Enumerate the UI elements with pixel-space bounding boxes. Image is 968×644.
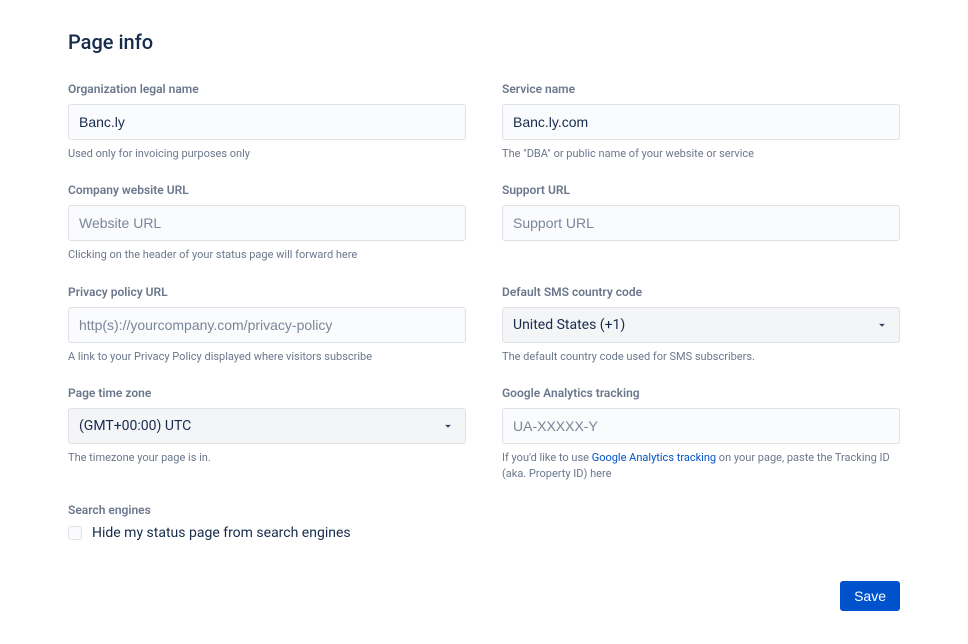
page-title: Page info — [68, 30, 900, 54]
input-organization-legal-name[interactable] — [68, 104, 466, 140]
field-sms-country-code: Default SMS country code United States (… — [502, 285, 900, 364]
section-search-engines: Search engines Hide my status page from … — [68, 503, 900, 541]
help-organization-legal-name: Used only for invoicing purposes only — [68, 146, 466, 161]
checkbox-hide-from-search[interactable] — [68, 526, 82, 540]
input-google-analytics[interactable] — [502, 408, 900, 444]
chevron-down-icon — [441, 419, 455, 433]
help-privacy-policy-url: A link to your Privacy Policy displayed … — [68, 349, 466, 364]
select-sms-country-code[interactable]: United States (+1) — [502, 307, 900, 343]
help-google-analytics: If you'd like to use Google Analytics tr… — [502, 450, 900, 481]
help-service-name: The "DBA" or public name of your website… — [502, 146, 900, 161]
field-support-url: Support URL — [502, 183, 900, 262]
label-organization-legal-name: Organization legal name — [68, 82, 466, 96]
field-google-analytics: Google Analytics tracking If you'd like … — [502, 386, 900, 481]
link-google-analytics-tracking[interactable]: Google Analytics tracking — [592, 451, 716, 464]
input-service-name[interactable] — [502, 104, 900, 140]
form-grid: Organization legal name Used only for in… — [68, 82, 900, 481]
select-value-sms-country-code: United States (+1) — [513, 317, 625, 333]
label-google-analytics: Google Analytics tracking — [502, 386, 900, 400]
label-sms-country-code: Default SMS country code — [502, 285, 900, 299]
field-page-time-zone: Page time zone (GMT+00:00) UTC The timez… — [68, 386, 466, 481]
label-company-website-url: Company website URL — [68, 183, 466, 197]
input-company-website-url[interactable] — [68, 205, 466, 241]
label-search-engines: Search engines — [68, 503, 900, 517]
help-company-website-url: Clicking on the header of your status pa… — [68, 247, 466, 262]
select-page-time-zone[interactable]: (GMT+00:00) UTC — [68, 408, 466, 444]
help-sms-country-code: The default country code used for SMS su… — [502, 349, 900, 364]
checkbox-label-hide-from-search: Hide my status page from search engines — [92, 525, 351, 541]
checkbox-row-hide-from-search: Hide my status page from search engines — [68, 525, 900, 541]
actions-row: Save — [68, 581, 900, 611]
select-value-page-time-zone: (GMT+00:00) UTC — [79, 418, 191, 434]
label-privacy-policy-url: Privacy policy URL — [68, 285, 466, 299]
field-service-name: Service name The "DBA" or public name of… — [502, 82, 900, 161]
label-support-url: Support URL — [502, 183, 900, 197]
chevron-down-icon — [875, 318, 889, 332]
help-page-time-zone: The timezone your page is in. — [68, 450, 466, 465]
label-page-time-zone: Page time zone — [68, 386, 466, 400]
input-support-url[interactable] — [502, 205, 900, 241]
field-organization-legal-name: Organization legal name Used only for in… — [68, 82, 466, 161]
field-privacy-policy-url: Privacy policy URL A link to your Privac… — [68, 285, 466, 364]
field-company-website-url: Company website URL Clicking on the head… — [68, 183, 466, 262]
save-button[interactable]: Save — [840, 581, 900, 611]
input-privacy-policy-url[interactable] — [68, 307, 466, 343]
help-analytics-pre: If you'd like to use — [502, 451, 592, 464]
label-service-name: Service name — [502, 82, 900, 96]
